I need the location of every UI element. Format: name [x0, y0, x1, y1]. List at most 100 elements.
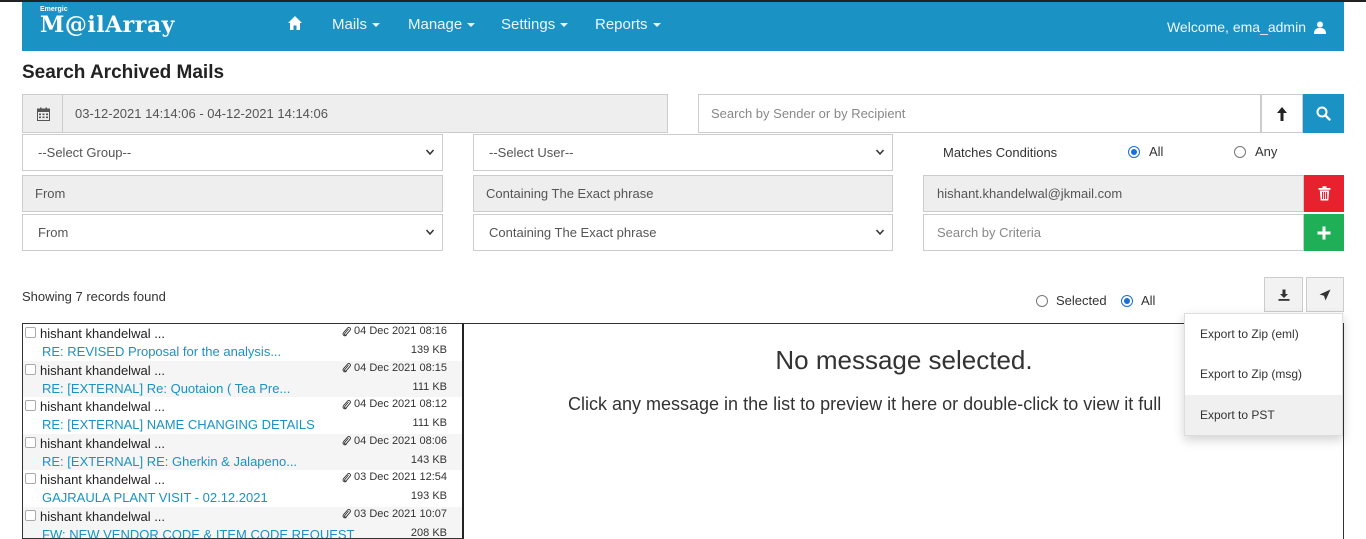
chevron-down-icon	[876, 149, 884, 155]
mail-checkbox[interactable]	[25, 436, 36, 448]
forward-button[interactable]	[1306, 277, 1344, 312]
caret-down-icon	[560, 23, 569, 28]
sender-recipient-search-input[interactable]: Search by Sender or by Recipient	[698, 94, 1261, 133]
mail-sender: hishant khandelwal ...	[40, 508, 166, 524]
mail-sender: hishant khandelwal ...	[40, 326, 166, 341]
calendar-button[interactable]	[22, 94, 63, 133]
nav-reports[interactable]: Reports	[595, 16, 661, 33]
criteria-field-select[interactable]: From	[22, 214, 443, 251]
nav-manage[interactable]: Manage	[408, 16, 476, 33]
preview-hint: Click any message in the list to preview…	[568, 394, 1162, 414]
export-button[interactable]	[1264, 277, 1303, 312]
criteria-field-display: From	[22, 175, 443, 212]
nav-mails[interactable]: Mails	[332, 16, 381, 33]
arrow-up-icon	[1277, 106, 1287, 121]
scope-selected-radio[interactable]	[1036, 294, 1048, 307]
mail-subject[interactable]: RE: [EXTERNAL] NAME CHANGING DETAILS	[42, 417, 315, 432]
mail-list: hishant khandelwal ... 04 Dec 2021 08:16…	[22, 323, 464, 539]
list-item[interactable]: hishant khandelwal ... 04 Dec 2021 08:15…	[23, 360, 462, 397]
caret-down-icon	[652, 23, 661, 28]
match-any-option[interactable]: Any	[1234, 144, 1277, 159]
mail-size: 143 KB	[410, 453, 447, 466]
search-button[interactable]	[1303, 94, 1344, 133]
mail-checkbox[interactable]	[25, 363, 36, 375]
mail-checkbox[interactable]	[25, 400, 36, 411]
paperclip-icon	[342, 363, 351, 373]
caret-down-icon	[467, 23, 476, 28]
mail-subject[interactable]: RE: [EXTERNAL] RE: Gherkin & Jalapeno...	[42, 454, 297, 469]
mail-size: 193 KB	[410, 490, 447, 502]
mail-date: 03 Dec 2021 10:07	[342, 508, 447, 520]
navbar: Emergic M@ilArray Mails Manage Settings …	[22, 2, 1344, 51]
mail-subject[interactable]: FW: NEW VENDOR CODE & ITEM CODE REQUEST	[42, 527, 355, 539]
mail-date: 04 Dec 2021 08:15	[342, 362, 447, 374]
search-icon	[1316, 106, 1331, 121]
calendar-icon	[36, 107, 50, 121]
criteria-condition-select[interactable]: Containing The Exact phrase	[473, 214, 893, 251]
welcome-text: Welcome, ema_admin	[1166, 19, 1306, 35]
match-all-radio[interactable]	[1128, 145, 1140, 158]
scope-all-radio[interactable]	[1121, 294, 1133, 307]
mail-sender: hishant khandelwal ...	[40, 435, 166, 451]
download-icon	[1278, 289, 1289, 301]
user-menu[interactable]: Welcome, ema_admin	[1167, 19, 1326, 35]
paperclip-icon	[342, 509, 351, 519]
mail-date: 04 Dec 2021 08:16	[342, 325, 447, 337]
scope-all-option[interactable]: All	[1121, 293, 1155, 308]
criteria-condition-display: Containing The Exact phrase	[473, 175, 893, 212]
chevron-down-icon	[876, 229, 884, 235]
mail-subject[interactable]: RE: [EXTERNAL] Re: Quotaion ( Tea Pre...	[42, 381, 290, 396]
brand-logo[interactable]: M@ilArray	[40, 12, 175, 38]
match-any-radio[interactable]	[1234, 145, 1246, 158]
group-select[interactable]: --Select Group--	[22, 134, 443, 171]
mail-checkbox[interactable]	[25, 509, 36, 521]
records-count: Showing 7 records found	[22, 289, 166, 304]
home-icon[interactable]	[287, 15, 305, 33]
list-item[interactable]: hishant khandelwal ... 03 Dec 2021 12:54…	[23, 470, 462, 507]
mail-subject[interactable]: RE: REVISED Proposal for the analysis...	[42, 344, 281, 359]
user-icon	[1314, 21, 1326, 34]
export-pst-item[interactable]: Export to PST	[1185, 395, 1342, 435]
sort-toggle-button[interactable]	[1261, 94, 1303, 133]
mail-date: 04 Dec 2021 08:06	[342, 435, 447, 447]
export-zip-eml-item[interactable]: Export to Zip (eml)	[1185, 314, 1342, 354]
nav-settings[interactable]: Settings	[501, 16, 569, 33]
mail-size: 139 KB	[410, 344, 447, 356]
mail-date: 03 Dec 2021 12:54	[342, 471, 447, 483]
match-all-option[interactable]: All	[1128, 144, 1163, 159]
chevron-down-icon	[426, 149, 434, 155]
add-criteria-button[interactable]	[1304, 214, 1344, 251]
mail-sender: hishant khandelwal ...	[40, 399, 166, 414]
delete-criteria-button[interactable]	[1304, 175, 1344, 212]
mail-sender: hishant khandelwal ...	[40, 472, 166, 487]
criteria-value-display: hishant.khandelwal@jkmail.com	[923, 175, 1304, 212]
mail-size: 208 KB	[410, 526, 447, 539]
matches-conditions-label: Matches Conditions	[943, 145, 1058, 160]
list-item[interactable]: hishant khandelwal ... 04 Dec 2021 08:16…	[23, 324, 462, 361]
page-title: Search Archived Mails	[22, 62, 225, 83]
caret-down-icon	[372, 23, 381, 28]
scope-selected-option[interactable]: Selected	[1036, 293, 1107, 308]
mail-subject[interactable]: GAJRAULA PLANT VISIT - 02.12.2021	[42, 490, 268, 505]
trash-icon	[1318, 186, 1330, 201]
paperclip-icon	[342, 326, 351, 336]
export-menu: Export to Zip (eml) Export to Zip (msg) …	[1184, 313, 1343, 436]
send-icon	[1319, 289, 1331, 300]
mail-sender: hishant khandelwal ...	[40, 362, 166, 378]
mail-date: 04 Dec 2021 08:12	[342, 398, 447, 410]
chevron-down-icon	[426, 229, 434, 235]
criteria-value-input[interactable]: Search by Criteria	[923, 214, 1304, 251]
list-item[interactable]: hishant khandelwal ... 03 Dec 2021 10:07…	[23, 506, 462, 539]
date-range-input[interactable]: 03-12-2021 14:14:06 - 04-12-2021 14:14:0…	[62, 94, 668, 133]
user-select[interactable]: --Select User--	[473, 134, 893, 171]
list-item[interactable]: hishant khandelwal ... 04 Dec 2021 08:12…	[23, 397, 462, 434]
mail-checkbox[interactable]	[25, 473, 36, 484]
list-item[interactable]: hishant khandelwal ... 04 Dec 2021 08:06…	[23, 433, 462, 470]
plus-icon	[1317, 226, 1331, 239]
mail-size: 111 KB	[412, 380, 447, 393]
mail-checkbox[interactable]	[25, 327, 36, 338]
paperclip-icon	[342, 472, 351, 482]
export-zip-msg-item[interactable]: Export to Zip (msg)	[1185, 354, 1342, 394]
paperclip-icon	[342, 436, 351, 446]
mail-size: 111 KB	[412, 417, 447, 429]
